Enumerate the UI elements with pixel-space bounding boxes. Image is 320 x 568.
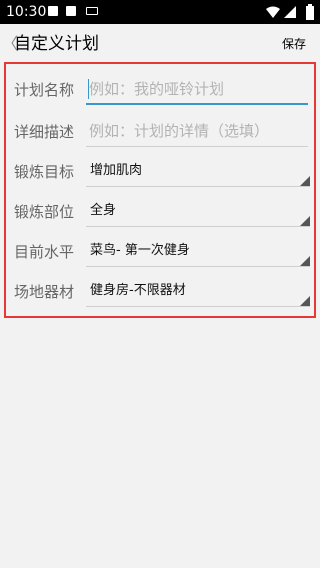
dropdown-arrow-icon: [300, 256, 310, 266]
equipment-selected-value: 健身房-不限器材: [90, 283, 186, 298]
plan-description-label: 详细描述: [14, 123, 75, 141]
plan-name-underline: [86, 103, 308, 105]
body-part-row: 锻炼部位 全身: [10, 192, 310, 232]
body-part-dropdown[interactable]: 全身: [86, 196, 310, 228]
title-bar: 〈 自定义计划 保存: [0, 24, 320, 64]
equipment-dropdown[interactable]: 健身房-不限器材: [86, 276, 310, 308]
goal-underline: [86, 186, 310, 187]
dropdown-arrow-icon: [300, 216, 310, 226]
level-dropdown[interactable]: 菜鸟- 第一次健身: [86, 236, 310, 268]
equipment-row: 场地器材 健身房-不限器材: [10, 272, 310, 312]
plan-name-row: 计划名称: [10, 70, 310, 110]
body-part-label: 锻炼部位: [14, 203, 75, 221]
signal-icon: [284, 6, 296, 18]
dropdown-arrow-icon: [300, 176, 310, 186]
goal-selected-value: 增加肌肉: [90, 163, 143, 178]
page-title[interactable]: 自定义计划: [14, 32, 99, 56]
level-row: 目前水平 菜鸟- 第一次健身: [10, 232, 310, 272]
level-label: 目前水平: [14, 243, 75, 261]
battery-icon: [306, 4, 314, 20]
save-button[interactable]: 保存: [282, 34, 306, 54]
level-selected-value: 菜鸟- 第一次健身: [90, 243, 190, 258]
plan-description-row: 详细描述: [10, 112, 310, 152]
wifi-icon: [266, 6, 280, 18]
plan-form: 计划名称 详细描述 锻炼目标 增加肌肉 锻炼部位 全身 目前水平 菜鸟- 第一次…: [4, 62, 316, 318]
back-arrow-icon[interactable]: 〈: [2, 34, 18, 54]
keyboard-icon: [86, 7, 98, 15]
equipment-label: 场地器材: [14, 283, 75, 301]
level-underline: [86, 266, 310, 267]
plan-description-underline: [86, 146, 308, 147]
body-part-underline: [86, 226, 310, 227]
plan-description-input[interactable]: [86, 116, 308, 146]
body-part-selected-value: 全身: [90, 203, 117, 218]
goal-label: 锻炼目标: [14, 163, 75, 181]
notification-icon: [48, 6, 58, 16]
goal-row: 锻炼目标 增加肌肉: [10, 152, 310, 192]
status-bar: 10:30: [0, 0, 320, 24]
notification-icon: [66, 6, 76, 16]
goal-dropdown[interactable]: 增加肌肉: [86, 156, 310, 188]
equipment-underline: [86, 306, 310, 307]
plan-name-label: 计划名称: [14, 81, 75, 99]
plan-name-input[interactable]: [86, 74, 308, 104]
dropdown-arrow-icon: [300, 296, 310, 306]
status-time: 10:30: [6, 4, 47, 20]
